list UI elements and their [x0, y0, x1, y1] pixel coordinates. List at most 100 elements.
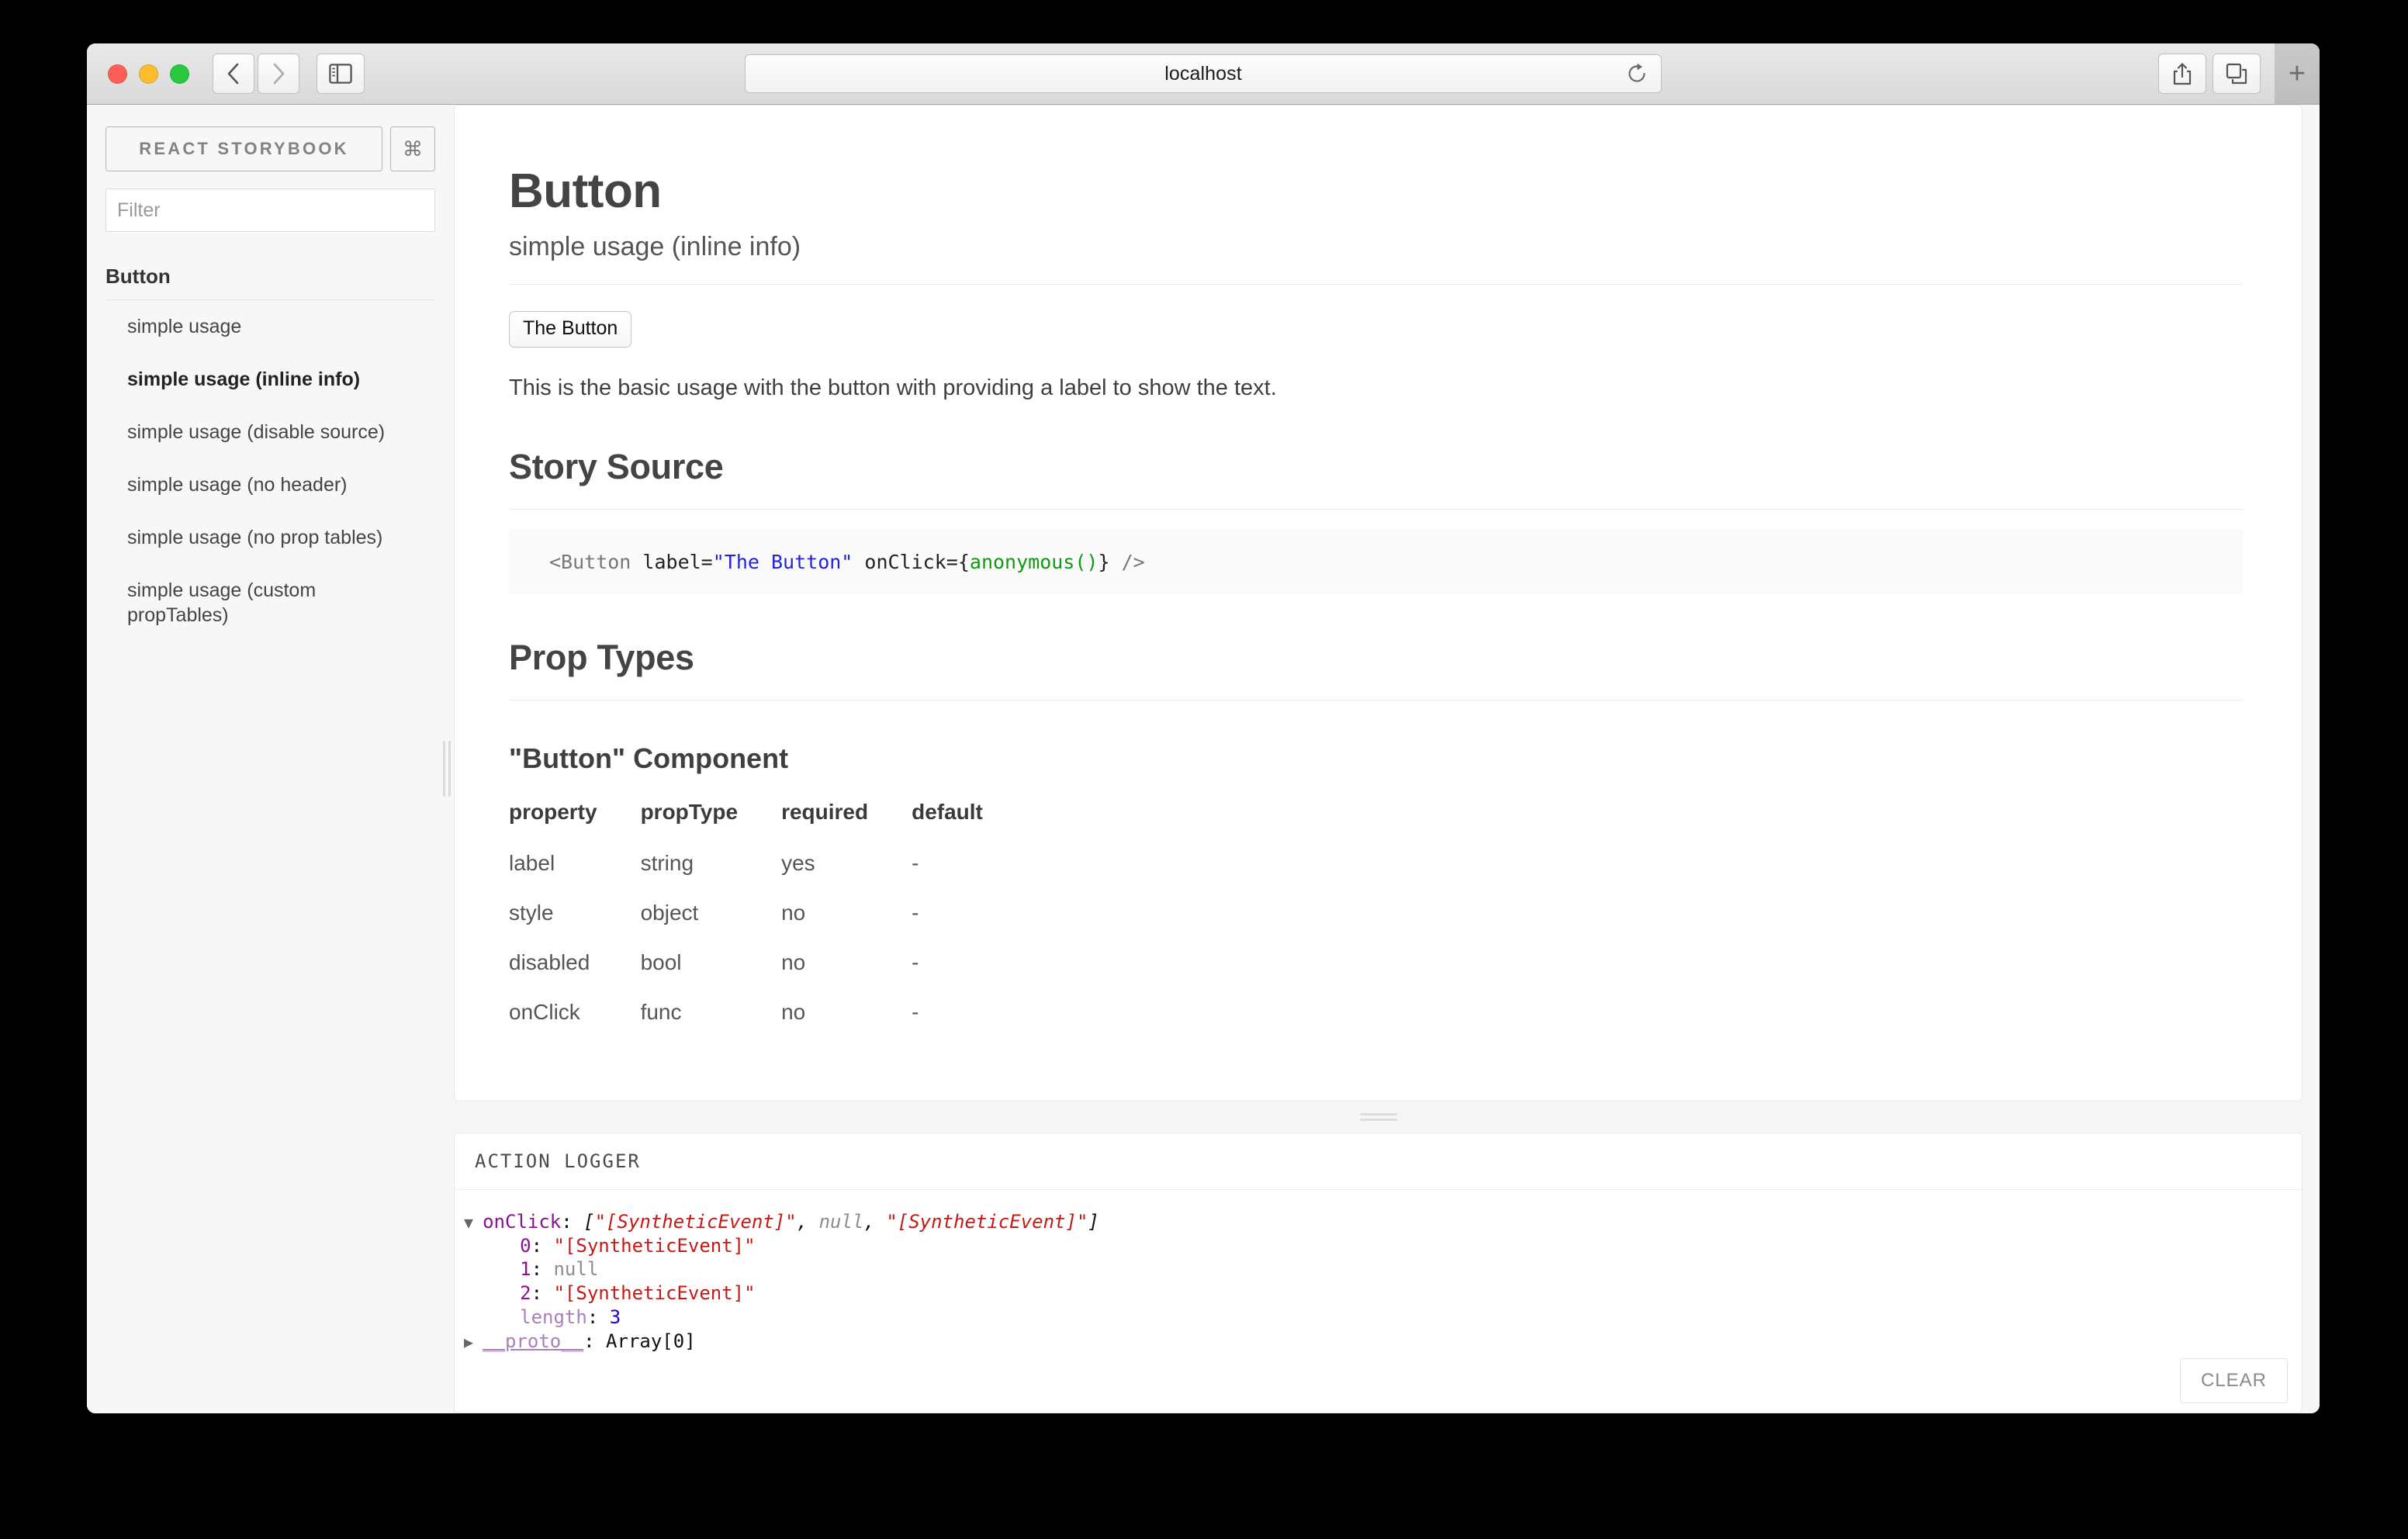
log-token: ] [1088, 1211, 1099, 1233]
code-token-tag: /> [1109, 550, 1145, 573]
sidebar-kind-button: Button [106, 265, 171, 288]
minimize-window-button[interactable] [139, 64, 158, 84]
sidebar-item-simple-usage-custom-proptables[interactable]: simple usage (custom propTables) [106, 564, 383, 642]
the-button-demo[interactable]: The Button [509, 311, 632, 348]
resize-grip-line [1359, 1113, 1397, 1115]
sidebar-item-simple-usage[interactable]: simple usage [106, 300, 435, 353]
table-cell: - [912, 1000, 919, 1025]
column-header-required: required [781, 800, 869, 825]
column-header-proptype: propType [640, 800, 739, 825]
show-all-tabs-button[interactable] [2213, 54, 2261, 94]
table-cell: no [781, 1000, 806, 1025]
log-token: : [583, 1330, 607, 1352]
clear-button[interactable]: CLEAR [2179, 1358, 2288, 1403]
sidebar-item-simple-usage-disable-source[interactable]: simple usage (disable source) [106, 406, 435, 458]
table-cell: disabled [509, 950, 590, 975]
page-subtitle: simple usage (inline info) [509, 232, 801, 262]
code-token-brace: { [957, 550, 970, 573]
table-cell: no [781, 901, 806, 925]
log-line: ▼ onClick: ["[SyntheticEvent]", null, "[… [464, 1210, 2302, 1234]
log-indent [492, 1237, 520, 1256]
sidebar-header: REACT STORYBOOK ⌘ [106, 126, 435, 171]
zoom-window-button[interactable] [170, 64, 189, 84]
resize-grip-line [448, 741, 451, 797]
new-tab-button[interactable]: + [2275, 43, 2320, 104]
address-bar-text: localhost [1164, 62, 1242, 85]
log-indent [492, 1261, 520, 1279]
back-chevron-icon [227, 63, 239, 85]
column-header-property: property [509, 800, 597, 825]
story-source-code: <Button label="The Button" onClick={anon… [509, 529, 2243, 595]
shortcut-key-button[interactable]: ⌘ [390, 126, 435, 171]
sidebar-resize-handle[interactable] [443, 741, 451, 797]
back-button[interactable] [213, 54, 254, 94]
log-line: 2: "[SyntheticEvent]" [464, 1281, 2302, 1306]
code-token-fn: anonymous() [969, 550, 1098, 573]
log-token: null [818, 1211, 864, 1233]
component-heading: "Button" Component [509, 742, 789, 775]
log-token: 0 [520, 1234, 531, 1257]
expanded-arrow-icon[interactable]: ▼ [464, 1213, 483, 1232]
table-row: style object no - [509, 888, 1026, 938]
story-source-heading: Story Source [509, 446, 724, 486]
storybook-logo[interactable]: REACT STORYBOOK [106, 126, 382, 171]
logger-resize-handle[interactable] [1359, 1113, 1397, 1121]
log-line: 1: null [464, 1257, 2302, 1281]
table-cell: string [640, 851, 694, 876]
story-preview-panel: Button simple usage (inline info) The Bu… [454, 105, 2302, 1102]
story-source-divider [509, 508, 2243, 510]
code-token-attr: label= [642, 550, 713, 573]
content-column: Button simple usage (inline info) The Bu… [443, 105, 2320, 1413]
prop-table-head: property propType required default [509, 792, 1026, 839]
address-bar[interactable]: localhost [745, 54, 1662, 93]
log-line: length: 3 [464, 1306, 2302, 1330]
sidebar-item-simple-usage-no-prop-tables[interactable]: simple usage (no prop tables) [106, 511, 435, 564]
browser-titlebar: localhost + [87, 43, 2320, 105]
table-cell: - [912, 851, 919, 876]
sidebar-item-simple-usage-inline-info[interactable]: simple usage (inline info) [106, 353, 435, 406]
action-logger-panel: ACTION LOGGER ▼ onClick: ["[SyntheticEve… [454, 1133, 2302, 1413]
sidebar-item-simple-usage-no-header[interactable]: simple usage (no header) [106, 458, 435, 511]
reload-icon [1628, 63, 1645, 82]
table-cell: bool [640, 950, 682, 975]
log-token: "[SyntheticEvent]" [886, 1211, 1088, 1233]
log-token: : [531, 1282, 554, 1305]
collapsed-arrow-icon[interactable]: ▶ [464, 1333, 483, 1351]
log-indent [492, 1285, 520, 1303]
prop-types-heading: Prop Types [509, 638, 694, 678]
filter-input[interactable] [106, 188, 435, 232]
forward-chevron-icon [273, 63, 285, 85]
log-indent [492, 1309, 520, 1327]
log-token: __proto__ [483, 1330, 584, 1352]
forward-button[interactable] [258, 54, 299, 94]
action-logger-output: ▼ onClick: ["[SyntheticEvent]", null, "[… [455, 1190, 2302, 1413]
sidebar-toggle-icon [329, 64, 352, 84]
table-cell: label [509, 851, 555, 876]
title-divider [509, 284, 2243, 285]
table-row: label string yes - [509, 839, 1026, 888]
log-token: : [561, 1211, 584, 1233]
share-button[interactable] [2158, 54, 2206, 94]
log-line: ▶ __proto__: Array[0] [464, 1330, 2302, 1354]
table-cell: yes [781, 851, 815, 876]
prop-table-body: label string yes - style object no - disabled boo… [509, 839, 1026, 1037]
code-token-attr: onClick= [853, 550, 958, 573]
resize-grip-line [443, 741, 445, 797]
sidebar-toggle-button[interactable] [317, 54, 365, 94]
log-token: 3 [609, 1306, 621, 1328]
close-window-button[interactable] [108, 64, 127, 84]
log-token: Array[0] [606, 1330, 696, 1352]
story-description: This is the basic usage with the button … [509, 375, 1277, 401]
table-header-row: property propType required default [509, 792, 1026, 839]
reload-button[interactable] [1625, 62, 1649, 85]
log-line: 0: "[SyntheticEvent]" [464, 1234, 2302, 1258]
log-token: onClick [483, 1211, 562, 1233]
code-token-string: "The Button" [712, 550, 853, 573]
storybook-app: REACT STORYBOOK ⌘ Button simple usage si… [87, 105, 2320, 1413]
table-cell: object [640, 901, 699, 925]
log-token: "[SyntheticEvent]" [553, 1234, 756, 1257]
storybook-sidebar: REACT STORYBOOK ⌘ Button simple usage si… [87, 105, 454, 1413]
log-token: "[SyntheticEvent]" [553, 1282, 756, 1305]
log-token: [ [583, 1211, 595, 1233]
table-cell: func [640, 1000, 682, 1025]
